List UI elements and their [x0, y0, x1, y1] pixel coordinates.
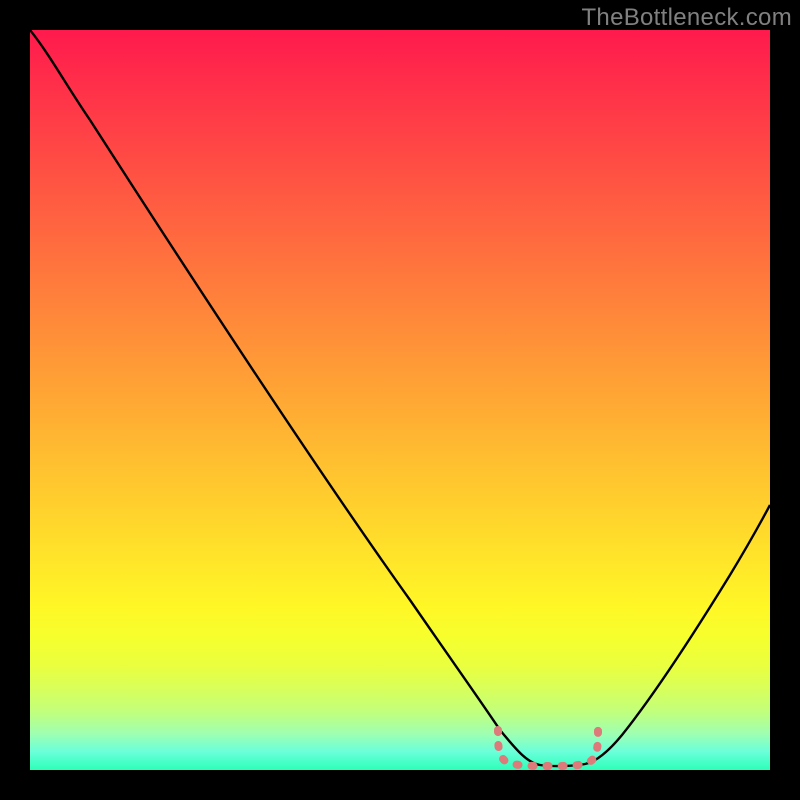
flat-region-marker	[498, 730, 598, 766]
watermark-text: TheBottleneck.com	[581, 4, 792, 32]
chart-container: TheBottleneck.com	[0, 0, 800, 800]
bottleneck-curve-path	[30, 30, 770, 766]
bottleneck-curve-svg	[30, 30, 770, 770]
plot-area	[30, 30, 770, 770]
